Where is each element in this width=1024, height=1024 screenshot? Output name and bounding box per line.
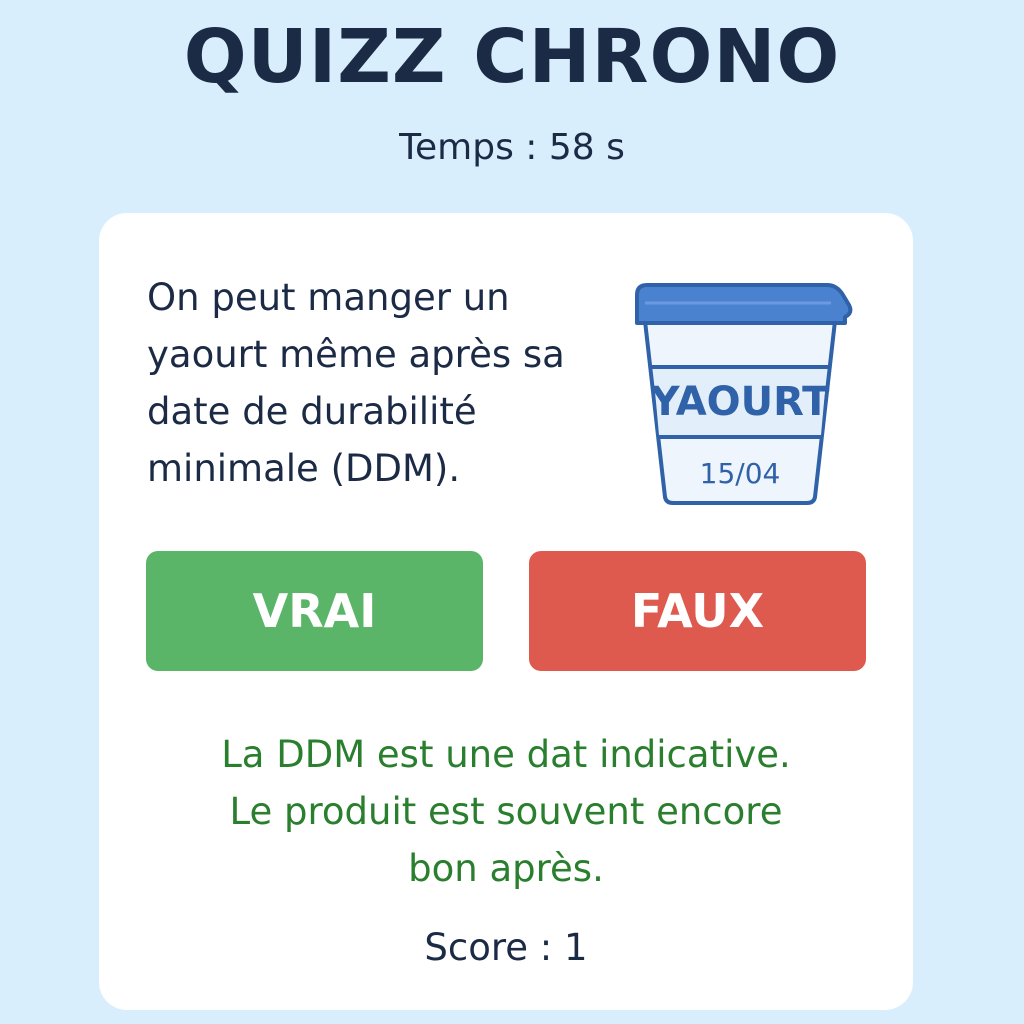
question-card: On peut manger un yaourt même après sa d… — [99, 213, 913, 1010]
feedback-line: La DDM est une dat indicative. — [221, 733, 791, 776]
feedback-message: La DDM est une dat indicative. Le produi… — [119, 726, 893, 897]
timer-display: Temps : 58 s — [399, 127, 625, 168]
feedback-line: Le produit est souvent encore — [229, 790, 783, 833]
true-button[interactable]: VRAI — [146, 551, 483, 671]
score-display: Score : 1 — [424, 926, 588, 969]
app-title: QUIZZ CHRONO — [183, 14, 841, 100]
yogurt-label: YAOURT — [650, 379, 831, 425]
false-button[interactable]: FAUX — [529, 551, 866, 671]
yogurt-date: 15/04 — [700, 457, 781, 490]
yogurt-pot-icon: YAOURT 15/04 — [635, 283, 853, 505]
question-text: On peut manger un yaourt même après sa d… — [147, 276, 565, 490]
feedback-line: bon après. — [408, 847, 604, 890]
